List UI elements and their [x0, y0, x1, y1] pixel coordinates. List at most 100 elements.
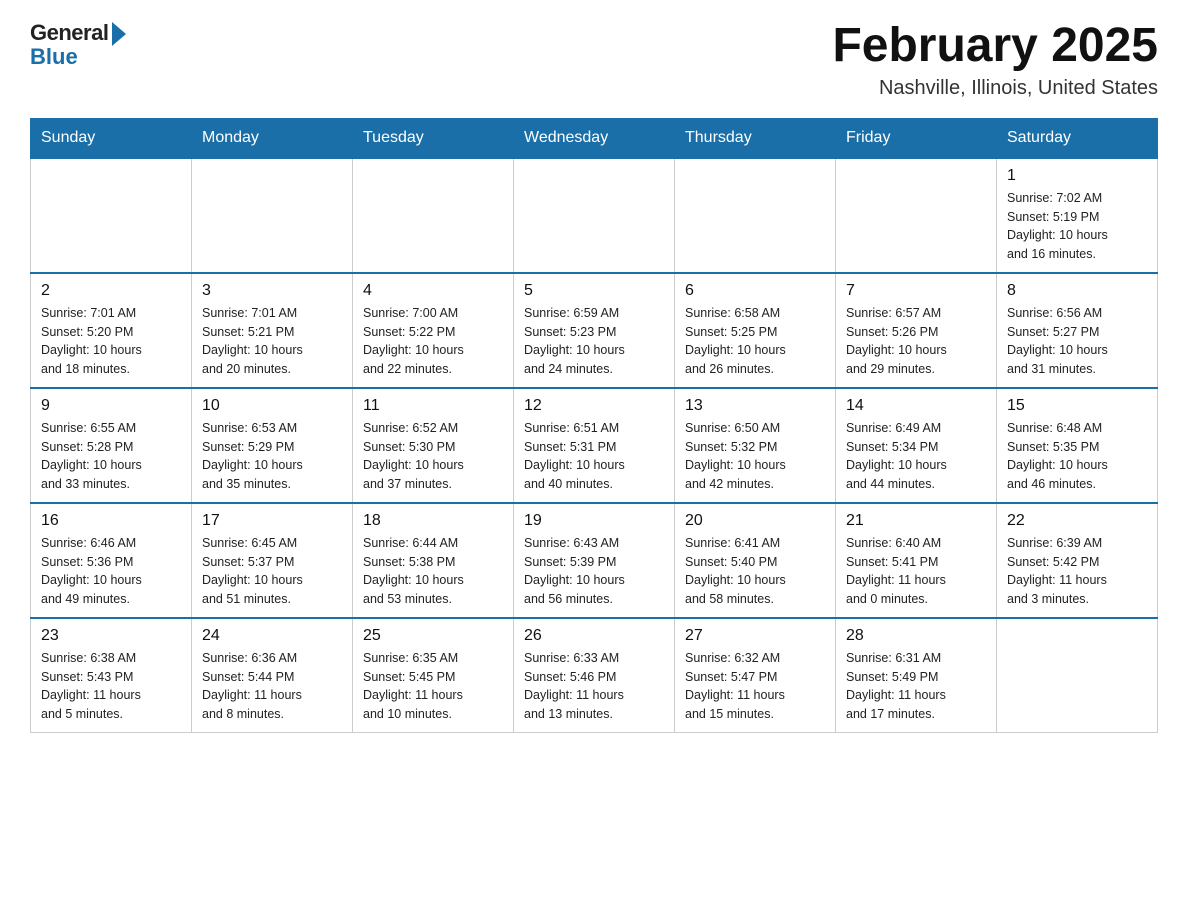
day-number: 9 [41, 397, 181, 415]
calendar-cell: 15 Sunrise: 6:48 AM Sunset: 5:35 PM Dayli… [997, 388, 1158, 503]
day-info: Sunrise: 6:39 AM Sunset: 5:42 PM Dayligh… [1007, 534, 1147, 609]
weekday-header-row: SundayMondayTuesdayWednesdayThursdayFrid… [31, 118, 1158, 158]
day-info: Sunrise: 6:51 AM Sunset: 5:31 PM Dayligh… [524, 419, 664, 494]
day-info: Sunrise: 7:01 AM Sunset: 5:20 PM Dayligh… [41, 304, 181, 379]
logo-blue-text: Blue [30, 44, 78, 70]
calendar-cell: 24 Sunrise: 6:36 AM Sunset: 5:44 PM Dayli… [192, 618, 353, 733]
day-number: 13 [685, 397, 825, 415]
day-info: Sunrise: 6:52 AM Sunset: 5:30 PM Dayligh… [363, 419, 503, 494]
day-number: 11 [363, 397, 503, 415]
calendar-cell [31, 158, 192, 273]
calendar-cell: 3Sunrise: 7:01 AM Sunset: 5:21 PM Daylig… [192, 273, 353, 388]
day-number: 15 [1007, 397, 1147, 415]
day-number: 3 [202, 282, 342, 300]
calendar-cell: 17 Sunrise: 6:45 AM Sunset: 5:37 PM Dayli… [192, 503, 353, 618]
calendar-cell: 27 Sunrise: 6:32 AM Sunset: 5:47 PM Dayli… [675, 618, 836, 733]
calendar-cell: 10 Sunrise: 6:53 AM Sunset: 5:29 PM Dayli… [192, 388, 353, 503]
calendar-cell: 23 Sunrise: 6:38 AM Sunset: 5:43 PM Dayli… [31, 618, 192, 733]
day-info: Sunrise: 6:33 AM Sunset: 5:46 PM Dayligh… [524, 649, 664, 724]
calendar-cell: 28Sunrise: 6:31 AM Sunset: 5:49 PM Dayli… [836, 618, 997, 733]
calendar-cell: 8 Sunrise: 6:56 AM Sunset: 5:27 PM Daylig… [997, 273, 1158, 388]
day-info: Sunrise: 6:46 AM Sunset: 5:36 PM Dayligh… [41, 534, 181, 609]
calendar-week-row: 2 Sunrise: 7:01 AM Sunset: 5:20 PM Daylig… [31, 273, 1158, 388]
calendar-cell: 14 Sunrise: 6:49 AM Sunset: 5:34 PM Dayli… [836, 388, 997, 503]
day-info: Sunrise: 6:55 AM Sunset: 5:28 PM Dayligh… [41, 419, 181, 494]
weekday-header-monday: Monday [192, 118, 353, 158]
day-number: 25 [363, 627, 503, 645]
calendar-cell: 7 Sunrise: 6:57 AM Sunset: 5:26 PM Daylig… [836, 273, 997, 388]
calendar-cell: 6Sunrise: 6:58 AM Sunset: 5:25 PM Daylig… [675, 273, 836, 388]
logo-arrow-icon [112, 22, 126, 46]
day-info: Sunrise: 6:50 AM Sunset: 5:32 PM Dayligh… [685, 419, 825, 494]
month-title: February 2025 [832, 20, 1158, 73]
day-number: 20 [685, 512, 825, 530]
day-info: Sunrise: 6:49 AM Sunset: 5:34 PM Dayligh… [846, 419, 986, 494]
weekday-header-sunday: Sunday [31, 118, 192, 158]
calendar-cell [353, 158, 514, 273]
day-number: 24 [202, 627, 342, 645]
calendar-cell: 18 Sunrise: 6:44 AM Sunset: 5:38 PM Dayli… [353, 503, 514, 618]
day-info: Sunrise: 6:59 AM Sunset: 5:23 PM Dayligh… [524, 304, 664, 379]
day-info: Sunrise: 6:53 AM Sunset: 5:29 PM Dayligh… [202, 419, 342, 494]
day-info: Sunrise: 6:45 AM Sunset: 5:37 PM Dayligh… [202, 534, 342, 609]
day-number: 22 [1007, 512, 1147, 530]
day-number: 19 [524, 512, 664, 530]
calendar-cell: 26 Sunrise: 6:33 AM Sunset: 5:46 PM Dayli… [514, 618, 675, 733]
day-number: 2 [41, 282, 181, 300]
day-number: 23 [41, 627, 181, 645]
day-info: Sunrise: 6:56 AM Sunset: 5:27 PM Dayligh… [1007, 304, 1147, 379]
day-number: 10 [202, 397, 342, 415]
calendar-week-row: 16 Sunrise: 6:46 AM Sunset: 5:36 PM Dayli… [31, 503, 1158, 618]
day-number: 27 [685, 627, 825, 645]
weekday-header-wednesday: Wednesday [514, 118, 675, 158]
weekday-header-saturday: Saturday [997, 118, 1158, 158]
day-info: Sunrise: 6:41 AM Sunset: 5:40 PM Dayligh… [685, 534, 825, 609]
calendar-week-row: 23 Sunrise: 6:38 AM Sunset: 5:43 PM Dayli… [31, 618, 1158, 733]
day-number: 12 [524, 397, 664, 415]
day-info: Sunrise: 7:00 AM Sunset: 5:22 PM Dayligh… [363, 304, 503, 379]
day-number: 5 [524, 282, 664, 300]
day-info: Sunrise: 6:57 AM Sunset: 5:26 PM Dayligh… [846, 304, 986, 379]
title-block: February 2025 Nashville, Illinois, Unite… [832, 20, 1158, 100]
day-info: Sunrise: 6:40 AM Sunset: 5:41 PM Dayligh… [846, 534, 986, 609]
calendar-cell: 9 Sunrise: 6:55 AM Sunset: 5:28 PM Daylig… [31, 388, 192, 503]
day-number: 8 [1007, 282, 1147, 300]
location-title: Nashville, Illinois, United States [832, 77, 1158, 100]
day-info: Sunrise: 6:38 AM Sunset: 5:43 PM Dayligh… [41, 649, 181, 724]
day-info: Sunrise: 6:32 AM Sunset: 5:47 PM Dayligh… [685, 649, 825, 724]
day-number: 17 [202, 512, 342, 530]
calendar-cell: 4 Sunrise: 7:00 AM Sunset: 5:22 PM Daylig… [353, 273, 514, 388]
day-number: 4 [363, 282, 503, 300]
day-info: Sunrise: 6:48 AM Sunset: 5:35 PM Dayligh… [1007, 419, 1147, 494]
day-number: 1 [1007, 167, 1147, 185]
calendar-cell: 20 Sunrise: 6:41 AM Sunset: 5:40 PM Dayli… [675, 503, 836, 618]
calendar-cell: 16 Sunrise: 6:46 AM Sunset: 5:36 PM Dayli… [31, 503, 192, 618]
day-number: 18 [363, 512, 503, 530]
page-header: General Blue February 2025 Nashville, Il… [30, 20, 1158, 100]
day-number: 21 [846, 512, 986, 530]
day-number: 16 [41, 512, 181, 530]
weekday-header-friday: Friday [836, 118, 997, 158]
calendar-cell: 2 Sunrise: 7:01 AM Sunset: 5:20 PM Daylig… [31, 273, 192, 388]
day-number: 6 [685, 282, 825, 300]
calendar-cell: 25Sunrise: 6:35 AM Sunset: 5:45 PM Dayli… [353, 618, 514, 733]
day-info: Sunrise: 6:36 AM Sunset: 5:44 PM Dayligh… [202, 649, 342, 724]
day-info: Sunrise: 6:44 AM Sunset: 5:38 PM Dayligh… [363, 534, 503, 609]
calendar-cell: 5 Sunrise: 6:59 AM Sunset: 5:23 PM Daylig… [514, 273, 675, 388]
calendar-cell: 1Sunrise: 7:02 AM Sunset: 5:19 PM Daylig… [997, 158, 1158, 273]
calendar-week-row: 9 Sunrise: 6:55 AM Sunset: 5:28 PM Daylig… [31, 388, 1158, 503]
calendar-cell [997, 618, 1158, 733]
day-number: 26 [524, 627, 664, 645]
day-number: 14 [846, 397, 986, 415]
weekday-header-tuesday: Tuesday [353, 118, 514, 158]
calendar-cell: 12 Sunrise: 6:51 AM Sunset: 5:31 PM Dayli… [514, 388, 675, 503]
logo: General Blue [30, 20, 126, 70]
calendar-table: SundayMondayTuesdayWednesdayThursdayFrid… [30, 118, 1158, 733]
day-number: 7 [846, 282, 986, 300]
calendar-cell: 21 Sunrise: 6:40 AM Sunset: 5:41 PM Dayli… [836, 503, 997, 618]
calendar-cell: 22 Sunrise: 6:39 AM Sunset: 5:42 PM Dayli… [997, 503, 1158, 618]
weekday-header-thursday: Thursday [675, 118, 836, 158]
calendar-cell [836, 158, 997, 273]
day-number: 28 [846, 627, 986, 645]
calendar-cell [514, 158, 675, 273]
